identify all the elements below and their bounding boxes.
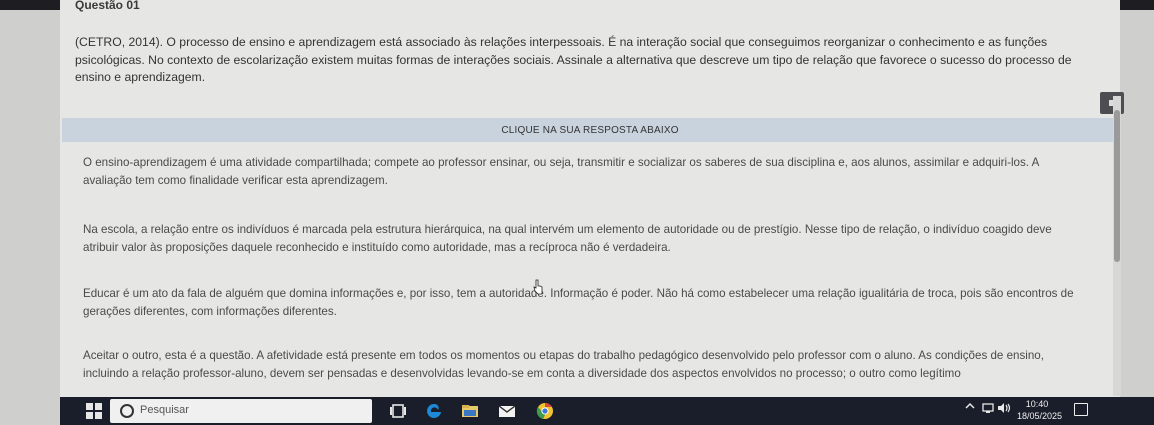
notification-icon[interactable] <box>1074 403 1088 416</box>
scrollbar-thumb[interactable] <box>1114 110 1120 262</box>
clock-date: 18/05/2025 <box>1017 411 1063 421</box>
chevron-up-icon[interactable] <box>965 401 975 419</box>
windows-start-icon[interactable] <box>86 403 102 419</box>
search-placeholder: Pesquisar <box>140 404 189 416</box>
search-icon <box>120 404 134 418</box>
answer-banner: CLIQUE NA SUA RESPOSTA ABAIXO <box>62 118 1118 142</box>
question-title: Questão 01 <box>73 0 146 11</box>
answer-option-1[interactable]: O ensino-aprendizagem é uma atividade co… <box>83 154 1083 190</box>
network-icon[interactable] <box>982 402 994 420</box>
question-text: (CETRO, 2014). O processo de ensino e ap… <box>75 35 1072 84</box>
taskbar-search-box[interactable]: Pesquisar <box>110 399 471 423</box>
answer-option-4[interactable]: Aceitar o outro, esta é a questão. A afe… <box>83 347 1083 383</box>
clock-time: 10:40 <box>1025 399 1049 409</box>
answer-option-2[interactable]: Na escola, a relação entre os indivíduos… <box>83 221 1083 257</box>
chrome-icon[interactable] <box>535 402 555 420</box>
volume-icon[interactable] <box>997 402 1011 420</box>
file-explorer-icon[interactable] <box>460 402 480 420</box>
answer-option-3[interactable]: Educar é um ato da fala de alguém que do… <box>83 285 1083 321</box>
taskbar-clock[interactable]: 10:40 18/05/2025 <box>1017 398 1063 422</box>
edge-icon[interactable] <box>424 402 444 420</box>
hand-cursor-icon <box>533 279 543 295</box>
mail-icon[interactable] <box>497 402 517 420</box>
task-view-icon[interactable] <box>388 402 408 420</box>
